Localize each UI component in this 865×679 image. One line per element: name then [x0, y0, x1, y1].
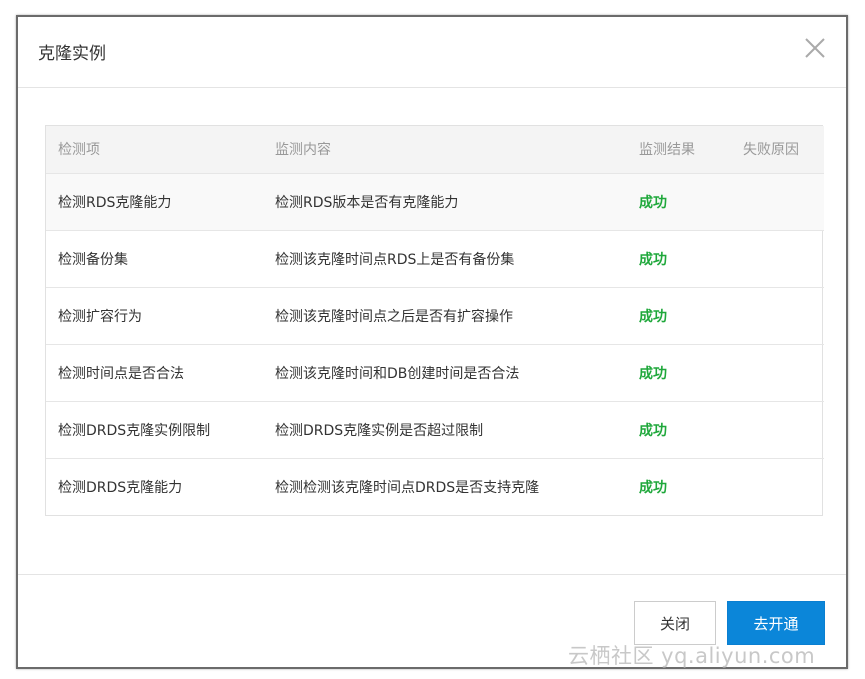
failure-reason: [731, 173, 824, 230]
header-check-item: 检测项: [58, 142, 100, 159]
close-icon[interactable]: [800, 33, 830, 63]
table-row: 检测DRDS克隆能力 检测检测该克隆时间点DRDS是否支持克隆 成功: [46, 458, 824, 515]
failure-reason: [731, 458, 824, 515]
check-item: 检测扩容行为: [58, 308, 142, 325]
check-result: 成功: [639, 422, 667, 439]
dialog-header: 克隆实例: [18, 17, 846, 88]
check-result: 成功: [639, 251, 667, 268]
check-item: 检测RDS克隆能力: [58, 194, 172, 211]
check-content: 检测该克隆时间点之后是否有扩容操作: [275, 308, 513, 325]
check-item: 检测备份集: [58, 251, 128, 268]
failure-reason: [731, 344, 824, 401]
table-row: 检测时间点是否合法 检测该克隆时间和DB创建时间是否合法 成功: [46, 344, 824, 401]
dialog-title: 克隆实例: [38, 44, 106, 64]
check-result: 成功: [639, 308, 667, 325]
header-failure-reason: 失败原因: [743, 142, 799, 159]
clone-instance-dialog: 克隆实例 检测项 监测内容 监测结果 失败原因 检测RDS克隆能力 检测RDS版…: [16, 15, 848, 669]
check-result: 成功: [639, 365, 667, 382]
table-row: 检测DRDS克隆实例限制 检测DRDS克隆实例是否超过限制 成功: [46, 401, 824, 458]
check-item: 检测时间点是否合法: [58, 365, 184, 382]
failure-reason: [731, 287, 824, 344]
table-row: 检测备份集 检测该克隆时间点RDS上是否有备份集 成功: [46, 230, 824, 287]
failure-reason: [731, 401, 824, 458]
check-item: 检测DRDS克隆实例限制: [58, 422, 211, 439]
failure-reason: [731, 230, 824, 287]
activate-button[interactable]: 去开通: [727, 601, 825, 645]
check-content: 检测RDS版本是否有克隆能力: [275, 194, 459, 211]
check-result: 成功: [639, 194, 667, 211]
table-row: 检测RDS克隆能力 检测RDS版本是否有克隆能力 成功: [46, 173, 824, 230]
check-results-table: 检测项 监测内容 监测结果 失败原因 检测RDS克隆能力 检测RDS版本是否有克…: [45, 125, 824, 516]
footer-divider: [18, 574, 846, 575]
check-content: 检测检测该克隆时间点DRDS是否支持克隆: [275, 479, 540, 496]
check-result: 成功: [639, 479, 667, 496]
check-item: 检测DRDS克隆能力: [58, 479, 183, 496]
check-content: 检测该克隆时间和DB创建时间是否合法: [275, 365, 520, 382]
check-content: 检测该克隆时间点RDS上是否有备份集: [275, 251, 515, 268]
header-check-result: 监测结果: [639, 142, 695, 159]
check-content: 检测DRDS克隆实例是否超过限制: [275, 422, 484, 439]
table-row: 检测扩容行为 检测该克隆时间点之后是否有扩容操作 成功: [46, 287, 824, 344]
close-button[interactable]: 关闭: [634, 601, 716, 645]
table-header-row: 检测项 监测内容 监测结果 失败原因: [46, 126, 824, 173]
header-check-content: 监测内容: [275, 142, 331, 159]
